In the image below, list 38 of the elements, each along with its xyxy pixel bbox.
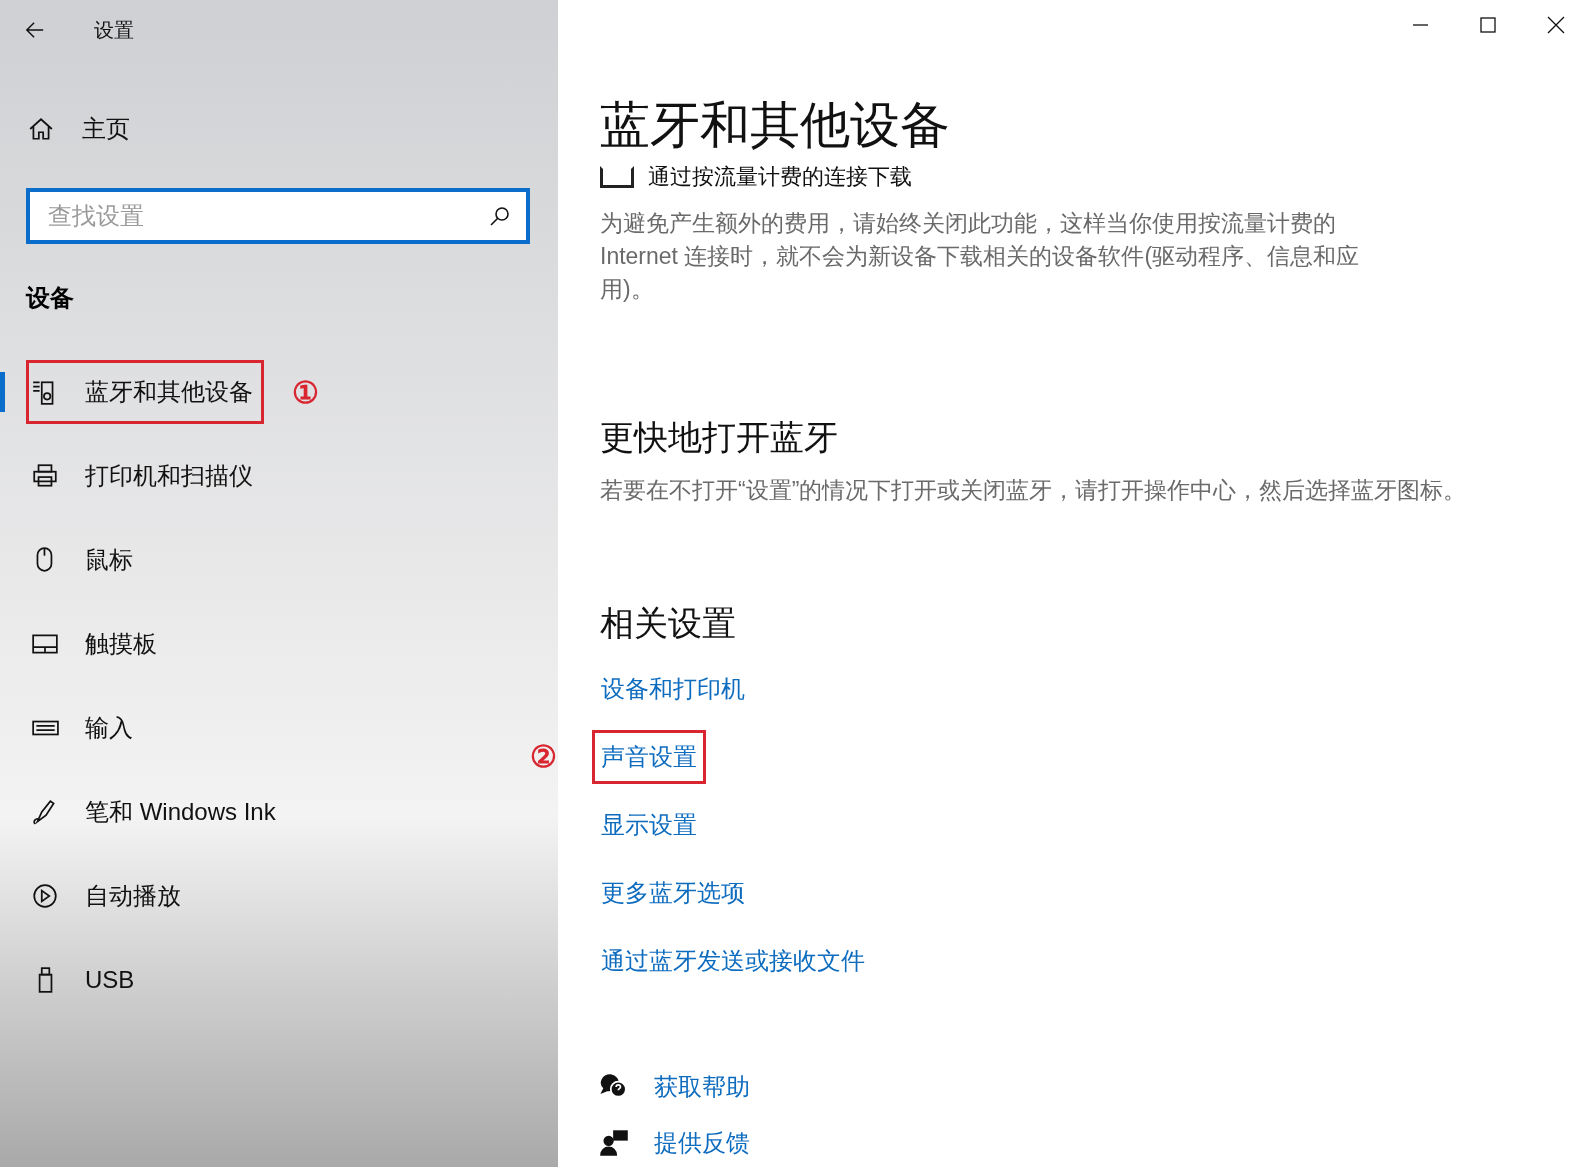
sidebar-item[interactable]: 打印机和扫描仪 [26, 444, 264, 508]
settings-link[interactable]: 更多蓝牙选项 [592, 865, 754, 920]
section-heading: 设备 [26, 283, 74, 313]
search-icon [488, 205, 510, 227]
page-title: 蓝牙和其他设备 [600, 96, 950, 155]
sidebar-item[interactable]: 蓝牙和其他设备 [26, 360, 264, 424]
section-heading: 相关设置 [600, 602, 736, 644]
home-link[interactable]: 主页 [0, 94, 130, 164]
sidebar-item[interactable]: 笔和 Windows Ink [26, 780, 287, 844]
autoplay-icon [31, 882, 59, 910]
sidebar-item[interactable]: 触摸板 [26, 612, 168, 676]
minimize-icon [1412, 24, 1428, 26]
help-link[interactable]: 获取帮助 [654, 1068, 750, 1105]
checkbox-label: 通过按流量计费的连接下载 [648, 163, 912, 191]
home-icon [28, 116, 54, 142]
sidebar-item[interactable]: 输入 [26, 696, 144, 760]
annotation-number: ② [530, 739, 557, 775]
checkbox[interactable] [600, 165, 634, 188]
description-text: 为避免产生额外的费用，请始终关闭此功能，这样当你使用按流量计费的 Internet 连接时，就不会为新设备下载相关的设备软件(驱动程序、信息和应用)。 [600, 209, 1361, 304]
settings-link[interactable]: 设备和打印机 [592, 661, 754, 716]
person-feedback-icon [600, 1128, 628, 1157]
sidebar-item[interactable]: USB [26, 948, 146, 1012]
sidebar-item[interactable]: 自动播放 [26, 864, 192, 928]
printer-icon [31, 462, 59, 490]
annotation-number: ① [292, 374, 319, 411]
settings-link[interactable]: 显示设置 [592, 797, 706, 852]
search-field[interactable]: 查找设置 [26, 188, 530, 244]
sidebar-item[interactable]: 鼠标 [26, 528, 144, 592]
maximize-icon [1480, 17, 1496, 33]
window-title: 设置 [94, 18, 134, 43]
description-text: 若要在不打开“设置”的情况下打开或关闭蓝牙，请打开操作中心，然后选择蓝牙图标。 [600, 476, 1467, 505]
close-icon [1547, 16, 1565, 34]
section-heading: 更快地打开蓝牙 [600, 417, 838, 458]
help-link[interactable]: 提供反馈 [654, 1124, 750, 1161]
back-button[interactable] [24, 19, 46, 41]
settings-link[interactable]: 声音设置 [592, 729, 706, 784]
back-arrow-icon [25, 20, 45, 40]
settings-link[interactable]: 通过蓝牙发送或接收文件 [592, 933, 874, 988]
